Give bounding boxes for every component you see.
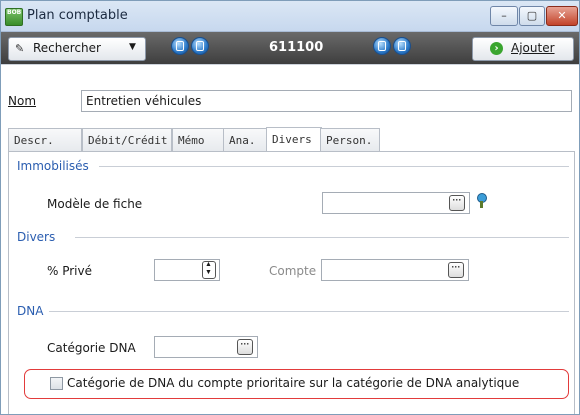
tab-debit-credit[interactable]: Débit/Crédit [82,128,172,151]
nom-input[interactable]: Entretien véhicules [81,90,572,112]
dna-priority-label: Catégorie de DNA du compte prioritaire s… [67,376,520,390]
previous-record-icon[interactable] [191,37,209,55]
tab-memo[interactable]: Mémo [172,128,224,151]
toolbar: ✎ Rechercher ▼ 611100 › Ajouter [1,32,579,65]
section-immobilises-title: Immobilisés [17,159,89,173]
close-button[interactable]: ✕ [546,6,578,26]
minimize-button[interactable]: – [490,6,518,26]
divider [99,166,569,167]
compte-label: Compte [269,264,317,278]
divider [49,311,569,312]
spinner-icon[interactable] [202,261,216,279]
compte-field[interactable]: ··· [321,259,469,281]
title-bar: BOB Plan comptable – ▢ ✕ [1,1,579,32]
next-record-icon[interactable] [373,37,391,55]
search-icon: ✎ [15,42,25,55]
last-record-icon[interactable] [393,37,411,55]
tab-descr[interactable]: Descr. [8,128,82,151]
divider [75,237,569,238]
section-divers-title: Divers [17,230,56,244]
section-dna-title: DNA [17,304,44,318]
categorie-dna-label: Catégorie DNA [47,341,136,355]
nom-label: Nom [8,94,37,108]
tab-person[interactable]: Person. [320,128,380,151]
add-icon: › [490,42,503,55]
browse-icon[interactable]: ··· [449,195,465,211]
tab-ana[interactable]: Ana. [223,128,268,151]
browse-icon[interactable]: ··· [237,339,253,355]
tab-divers[interactable]: Divers [266,127,322,152]
prive-field[interactable] [154,259,220,281]
dna-priority-checkbox[interactable] [50,377,63,390]
plan-comptable-window: BOB Plan comptable – ▢ ✕ ✎ Rechercher ▼ … [0,0,580,415]
add-button[interactable]: › Ajouter [472,37,574,61]
modele-fiche-label: Modèle de fiche [47,197,143,211]
first-record-icon[interactable] [171,37,189,55]
prive-label: % Privé [47,264,92,278]
pin-icon[interactable] [473,192,489,210]
categorie-dna-field[interactable]: ··· [154,336,258,358]
account-code: 611100 [269,40,324,55]
app-icon: BOB [5,8,23,26]
chevron-down-icon: ▼ [129,42,136,52]
window-title: Plan comptable [27,8,128,23]
search-button[interactable]: ✎ Rechercher ▼ [8,37,146,61]
browse-icon[interactable]: ··· [448,262,464,278]
modele-fiche-field[interactable]: ··· [322,192,470,214]
maximize-button[interactable]: ▢ [519,6,545,26]
